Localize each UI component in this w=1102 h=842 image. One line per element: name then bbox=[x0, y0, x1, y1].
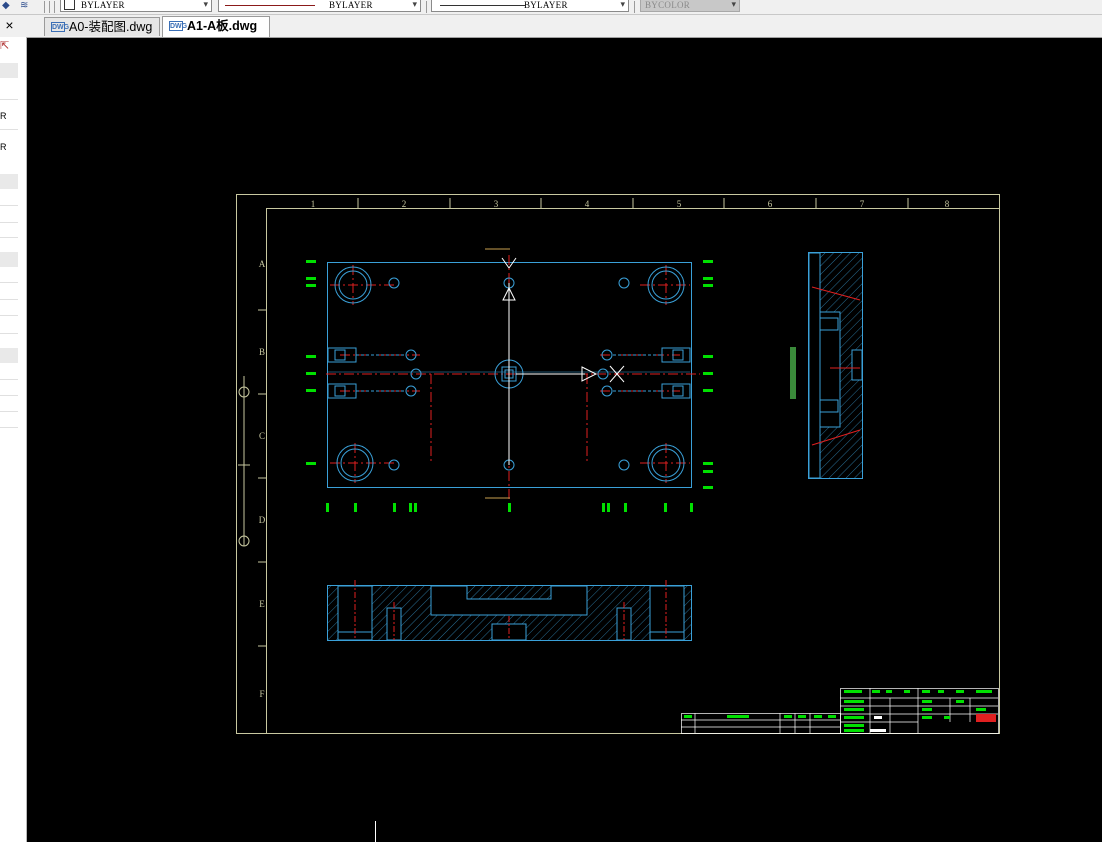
tab-a0-assembly[interactable]: DWG A0-装配图.dwg bbox=[44, 17, 160, 36]
column-label: 5 bbox=[677, 199, 682, 209]
properties-toolbar: ◆ ≋ BYLAYER ▾ BYLAYER ▾ BYLAYER ▾ BYCOLO… bbox=[0, 0, 1102, 15]
tab-label: A1-A板.dwg bbox=[187, 19, 258, 33]
panel-row[interactable] bbox=[0, 252, 18, 267]
layer-state-icon[interactable]: ≋ bbox=[20, 0, 28, 12]
inner-border bbox=[266, 208, 1000, 734]
panel-divider bbox=[0, 333, 18, 334]
left-tool-panel: ⇱ R R bbox=[0, 37, 27, 842]
lineweight-combo[interactable]: BYLAYER ▾ bbox=[431, 0, 629, 12]
dimension-marker bbox=[790, 347, 796, 399]
color-combo[interactable]: BYCOLOR ▾ bbox=[640, 0, 740, 12]
panel-label: R bbox=[0, 142, 7, 152]
panel-divider bbox=[0, 427, 18, 428]
toolbar-separator bbox=[44, 1, 45, 13]
front-section-view bbox=[327, 580, 692, 641]
toolbar-separator bbox=[634, 1, 635, 13]
linetype-combo-value: BYLAYER bbox=[329, 0, 373, 10]
column-labels: 1 2 3 4 5 6 7 8 bbox=[311, 199, 950, 209]
chevron-down-icon: ▾ bbox=[412, 0, 417, 9]
row-label: E bbox=[259, 599, 265, 609]
panel-label: R bbox=[0, 111, 7, 121]
document-tab-bar: × DWG A0-装配图.dwg DWG A1-A板.dwg bbox=[0, 15, 1102, 38]
drawing-canvas[interactable]: 1 2 3 4 5 6 7 8 A B C D E F bbox=[27, 38, 1102, 842]
panel-divider bbox=[0, 205, 18, 206]
dwg-file-icon: DWG bbox=[51, 22, 70, 32]
color-swatch bbox=[64, 0, 75, 10]
color-combo-value: BYCOLOR bbox=[645, 0, 691, 10]
toolbar-separator bbox=[426, 1, 427, 13]
column-ticks bbox=[357, 198, 909, 208]
panel-divider bbox=[0, 282, 18, 283]
chevron-down-icon: ▾ bbox=[203, 0, 208, 9]
linetype-combo[interactable]: BYLAYER ▾ bbox=[218, 0, 421, 12]
panel-divider bbox=[0, 299, 18, 300]
row-label: B bbox=[259, 347, 265, 357]
row-label: D bbox=[259, 515, 266, 525]
tab-label: A0-装配图.dwg bbox=[69, 20, 153, 34]
title-block bbox=[681, 688, 999, 734]
toolbar-separator bbox=[49, 1, 50, 13]
revision-marker bbox=[976, 714, 996, 722]
lineweight-combo-value: BYLAYER bbox=[524, 0, 568, 10]
close-icon[interactable]: × bbox=[0, 16, 19, 34]
row-label: F bbox=[259, 689, 264, 699]
title-block-text-marks bbox=[684, 690, 992, 732]
panel-row[interactable] bbox=[0, 63, 18, 78]
column-label: 3 bbox=[494, 199, 499, 209]
row-label: C bbox=[259, 431, 265, 441]
panel-divider bbox=[0, 99, 18, 100]
chevron-down-icon: ▾ bbox=[731, 0, 736, 9]
column-label: 2 bbox=[402, 199, 407, 209]
panel-divider bbox=[0, 237, 18, 238]
row-ticks bbox=[258, 309, 266, 647]
panel-divider bbox=[0, 411, 18, 412]
linetype-sample bbox=[225, 5, 315, 6]
panel-divider bbox=[0, 222, 18, 223]
row-labels: A B C D E F bbox=[259, 259, 266, 699]
column-label: 1 bbox=[311, 199, 316, 209]
layer-combo-value: BYLAYER bbox=[81, 0, 125, 10]
panel-divider bbox=[0, 395, 18, 396]
layers-icon[interactable]: ◆ bbox=[2, 0, 10, 12]
dwg-file-icon: DWG bbox=[169, 21, 188, 31]
row-label: A bbox=[259, 259, 266, 269]
pick-icon[interactable]: ⇱ bbox=[0, 39, 9, 52]
column-label: 4 bbox=[585, 199, 590, 209]
column-label: 7 bbox=[860, 199, 865, 209]
plan-view bbox=[306, 248, 713, 512]
title-block-white-marks bbox=[870, 716, 886, 732]
column-label: 8 bbox=[945, 199, 950, 209]
column-label: 6 bbox=[768, 199, 773, 209]
side-markers bbox=[238, 376, 250, 547]
panel-divider bbox=[0, 129, 18, 130]
panel-row[interactable] bbox=[0, 174, 18, 189]
lineweight-sample bbox=[440, 5, 525, 6]
chevron-down-icon: ▾ bbox=[620, 0, 625, 9]
layer-combo[interactable]: BYLAYER ▾ bbox=[60, 0, 212, 12]
panel-row[interactable] bbox=[0, 348, 18, 363]
outer-border bbox=[236, 194, 1000, 734]
side-section-view bbox=[790, 252, 863, 479]
toolbar-separator bbox=[54, 1, 55, 13]
drawing-frame bbox=[236, 194, 1000, 734]
panel-divider bbox=[0, 379, 18, 380]
cad-drawing: 1 2 3 4 5 6 7 8 A B C D E F bbox=[236, 194, 1000, 842]
panel-divider bbox=[0, 315, 18, 316]
tab-a1-plate[interactable]: DWG A1-A板.dwg bbox=[162, 16, 270, 37]
